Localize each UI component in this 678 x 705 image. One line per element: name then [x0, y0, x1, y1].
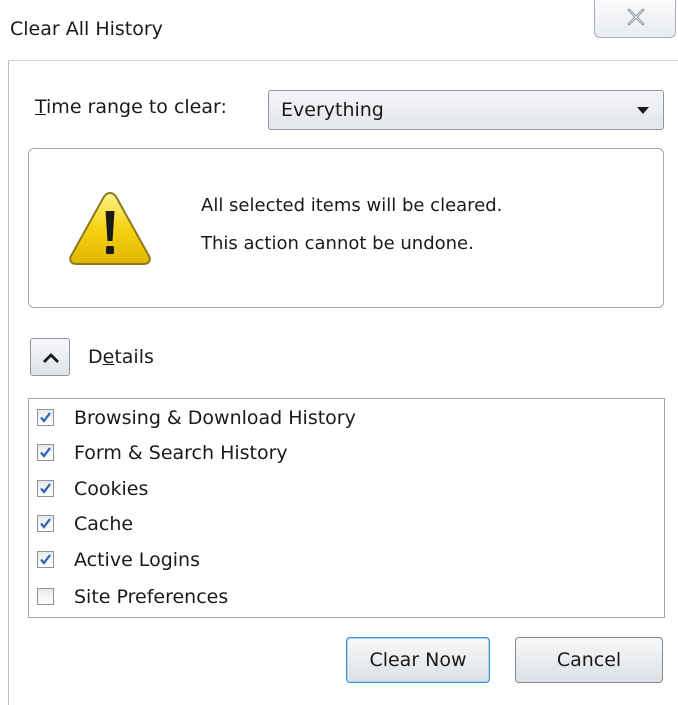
chevron-down-icon	[637, 107, 649, 114]
item-label: Active Logins	[74, 549, 200, 571]
checkbox-form-search-history[interactable]	[37, 444, 54, 461]
details-toggle-button[interactable]	[30, 338, 70, 376]
check-icon	[40, 554, 51, 565]
clear-history-dialog: Clear All History Time range to clear: E…	[0, 0, 678, 705]
list-item-cache[interactable]: Cache	[37, 509, 637, 539]
time-range-value: Everything	[281, 99, 384, 121]
title-bar: Clear All History	[0, 0, 678, 60]
checkbox-site-preferences[interactable]	[37, 588, 54, 605]
item-label: Cookies	[74, 478, 149, 500]
warning-message-line2: This action cannot be undone.	[201, 233, 474, 254]
item-label: Cache	[74, 513, 134, 535]
list-item-form-search-history[interactable]: Form & Search History	[37, 438, 637, 468]
time-range-select[interactable]: Everything	[268, 90, 664, 130]
list-item-site-preferences[interactable]: Site Preferences	[37, 582, 637, 612]
checkbox-active-logins[interactable]	[37, 551, 54, 568]
warning-icon	[69, 191, 151, 265]
cancel-button[interactable]: Cancel	[515, 637, 663, 683]
check-icon	[40, 518, 51, 529]
checkbox-browsing-history[interactable]	[37, 409, 54, 426]
window-title: Clear All History	[10, 18, 163, 40]
warning-panel: All selected items will be cleared. This…	[28, 148, 664, 308]
check-icon	[40, 447, 51, 458]
time-range-label: Time range to clear:	[35, 96, 227, 118]
details-row: Details	[30, 338, 330, 378]
history-items-list: Browsing & Download History Form & Searc…	[28, 398, 665, 618]
list-item-cookies[interactable]: Cookies	[37, 474, 637, 504]
check-icon	[40, 483, 51, 494]
item-label: Form & Search History	[74, 442, 288, 464]
list-item-active-logins[interactable]: Active Logins	[37, 545, 637, 575]
details-label: Details	[88, 346, 154, 368]
time-range-row: Time range to clear: Everything	[35, 90, 665, 130]
close-button[interactable]	[594, 0, 676, 38]
checkbox-cookies[interactable]	[37, 480, 54, 497]
chevron-up-icon	[43, 353, 59, 363]
warning-message-line1: All selected items will be cleared.	[201, 195, 503, 216]
list-item-browsing-history[interactable]: Browsing & Download History	[37, 403, 637, 433]
close-icon	[627, 8, 645, 26]
item-label: Browsing & Download History	[74, 407, 356, 429]
item-label: Site Preferences	[74, 586, 229, 608]
check-icon	[40, 412, 51, 423]
clear-now-button[interactable]: Clear Now	[346, 637, 490, 683]
checkbox-cache[interactable]	[37, 515, 54, 532]
